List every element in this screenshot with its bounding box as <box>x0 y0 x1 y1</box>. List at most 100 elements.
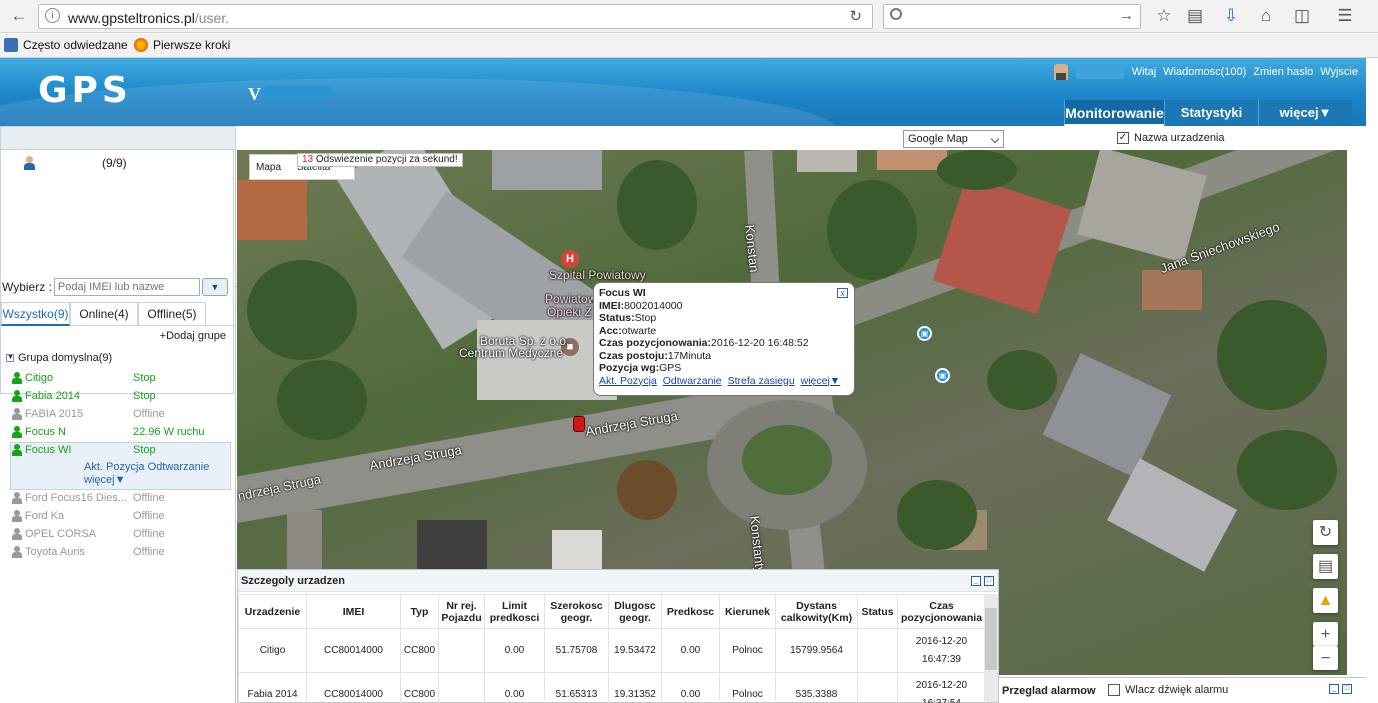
column-header[interactable]: Nr rej. Pojazdu <box>438 594 485 629</box>
column-header[interactable]: Urzadzenie <box>238 594 307 629</box>
device-name-checkbox[interactable]: ✓ <box>1117 132 1129 144</box>
bookmark-most-visited[interactable]: Często odwiedzane <box>4 38 128 52</box>
star-icon[interactable]: ☆ <box>1153 5 1175 27</box>
bookmark-label: Często odwiedzane <box>23 38 128 52</box>
bus-stop-icon[interactable]: ▣ <box>917 326 932 341</box>
maximize-icon[interactable]: □ <box>984 576 994 586</box>
tab-monitoring[interactable]: Monitorowanie <box>1064 100 1164 126</box>
cell-device: Fabia 2014 <box>238 672 307 703</box>
street-view-pegman-icon[interactable]: ▲ <box>1313 588 1338 613</box>
vehicle-row[interactable]: Fabia 2014 Stop <box>12 388 230 406</box>
imei-search-input[interactable] <box>53 278 200 296</box>
filter-row: Wybierz : ▼ <box>2 278 228 296</box>
column-header[interactable]: Limit predkosci <box>484 594 545 629</box>
vehicle-row-selected[interactable]: Focus WI Stop <box>12 442 230 460</box>
home-icon[interactable]: ⌂ <box>1255 5 1277 27</box>
messages-link[interactable]: Wiadomosc(100) <box>1163 66 1246 78</box>
vehicle-name: Citigo <box>25 372 54 384</box>
bookmarks-bar: Często odwiedzane Pierwsze kroki <box>0 34 1378 58</box>
more-link[interactable]: więcej▼ <box>84 474 125 486</box>
vehicle-name: Focus N <box>25 426 66 438</box>
vehicle-marker-icon[interactable] <box>573 416 585 432</box>
zoom-in-button[interactable]: + <box>1313 622 1338 646</box>
column-header[interactable]: IMEI <box>306 594 401 629</box>
download-icon[interactable]: ⇩ <box>1220 5 1242 27</box>
close-icon[interactable]: x <box>837 288 848 298</box>
device-sidebar: (9/9) Wybierz : ▼ Wszystko(9) Online(4) … <box>0 126 236 703</box>
popup-geofence-link[interactable]: Strefa zasiegu <box>728 375 795 387</box>
device-name-toggle[interactable]: ✓ Nazwa urzadzenia <box>1117 132 1225 144</box>
tab-statistics[interactable]: Statystyki <box>1164 100 1258 126</box>
add-group-link[interactable]: +Dodaj grupe <box>160 330 226 342</box>
back-icon[interactable]: ← <box>6 4 32 28</box>
column-header[interactable]: Status <box>857 594 898 629</box>
popup-playback-link[interactable]: Odtwarzanie <box>663 375 722 387</box>
popup-current-position-link[interactable]: Akt. Pozycja <box>599 375 657 387</box>
arrow-right-icon[interactable]: → <box>1119 7 1134 24</box>
reload-icon[interactable]: ↻ <box>849 7 862 25</box>
browser-search-input[interactable]: → <box>883 4 1141 29</box>
collapse-icon[interactable]: ▼ <box>6 354 14 362</box>
map-provider-select[interactable]: Google Map <box>903 130 1004 148</box>
table-row[interactable]: Fabia 2014 CC80014000 CC800 0.00 51.6531… <box>238 672 986 703</box>
bookmark-folder-icon <box>4 38 18 52</box>
tilt-icon[interactable]: ▤ <box>1313 554 1338 579</box>
filter-dropdown-button[interactable]: ▼ <box>201 278 228 296</box>
alarm-sound-checkbox[interactable] <box>1108 684 1120 696</box>
logout-link[interactable]: Wyjscie <box>1320 66 1358 78</box>
maximize-icon[interactable]: □ <box>1342 684 1352 694</box>
tree-root-account[interactable]: (9/9) <box>23 156 127 170</box>
map-view-button[interactable]: Mapa <box>256 162 281 173</box>
column-header[interactable]: Dlugosc geogr. <box>608 594 662 629</box>
menu-icon[interactable]: ☰ <box>1334 5 1356 27</box>
column-header[interactable]: Dystans calkowity(Km) <box>775 594 858 629</box>
cell-latitude: 51.65313 <box>544 672 609 703</box>
vehicle-row[interactable]: Toyota Auris Offline <box>12 544 230 562</box>
company-name: V <box>248 84 261 104</box>
bus-stop-icon[interactable]: ▣ <box>935 368 950 383</box>
change-password-link[interactable]: Zmien haslo <box>1253 66 1313 78</box>
vehicle-row[interactable]: Citigo Stop <box>12 370 230 388</box>
playback-link[interactable]: Odtwarzanie <box>148 461 210 473</box>
vehicle-offline-icon <box>12 492 22 504</box>
device-name-label: Nazwa urzadzenia <box>1134 132 1225 144</box>
table-scrollbar[interactable] <box>984 594 998 702</box>
hospital-icon[interactable]: H <box>561 250 579 268</box>
rotate-icon[interactable]: ↻ <box>1313 520 1338 545</box>
library-icon[interactable]: ▤ <box>1184 5 1206 27</box>
bookmark-getting-started[interactable]: Pierwsze kroki <box>134 38 230 52</box>
column-header[interactable]: Czas pozycjonowania <box>897 594 986 629</box>
tab-more[interactable]: więcej▼ <box>1258 100 1352 126</box>
current-position-link[interactable]: Akt. Pozycja <box>84 461 145 473</box>
device-details-panel: Szczegoly urzadzen _ □ Urzadzenie IMEI T… <box>237 569 999 703</box>
vehicle-row[interactable]: Focus N 22.96 W ruchu <box>12 424 230 442</box>
cell-speed: 0.00 <box>661 628 720 673</box>
alarm-sound-toggle[interactable]: Wlacz dźwięk alarmu <box>1108 684 1228 696</box>
url-bar[interactable]: i www.gpsteltronics.pl/user. ↻ <box>38 4 873 29</box>
vehicle-status: Stop <box>133 390 156 402</box>
popup-status: Stop <box>634 312 657 324</box>
tab-online[interactable]: Online(4) <box>70 302 138 326</box>
vehicle-row[interactable]: Ford Ka Offline <box>12 508 230 526</box>
vehicle-row[interactable]: Ford Focus16 Dies... Offline <box>12 490 230 508</box>
column-header[interactable]: Typ <box>400 594 439 629</box>
pocket-icon[interactable]: ◫ <box>1291 5 1313 27</box>
tab-offline[interactable]: Offline(5) <box>138 302 206 326</box>
minimize-icon[interactable]: _ <box>1329 684 1339 694</box>
minimize-icon[interactable]: _ <box>971 576 981 586</box>
popup-more-link[interactable]: więcej▼ <box>801 375 841 387</box>
column-header[interactable]: Predkosc <box>661 594 720 629</box>
column-header[interactable]: Szerokosc geogr. <box>544 594 609 629</box>
column-header[interactable]: Kierunek <box>719 594 776 629</box>
info-icon[interactable]: i <box>45 8 60 23</box>
poi-label: Powiatow <box>545 292 597 306</box>
cell-speed-limit: 0.00 <box>484 672 545 703</box>
cell-type: CC800 <box>400 672 439 703</box>
popup-label: Acc: <box>599 324 622 337</box>
tab-all[interactable]: Wszystko(9) <box>1 302 70 326</box>
table-row[interactable]: Citigo CC80014000 CC800 0.00 51.75708 19… <box>238 628 986 673</box>
vehicle-row[interactable]: OPEL CORSA Offline <box>12 526 230 544</box>
group-default[interactable]: ▼ Grupa domyslna(9) <box>6 352 112 364</box>
vehicle-row[interactable]: FABIA 2015 Offline <box>12 406 230 424</box>
zoom-out-button[interactable]: − <box>1313 646 1338 670</box>
